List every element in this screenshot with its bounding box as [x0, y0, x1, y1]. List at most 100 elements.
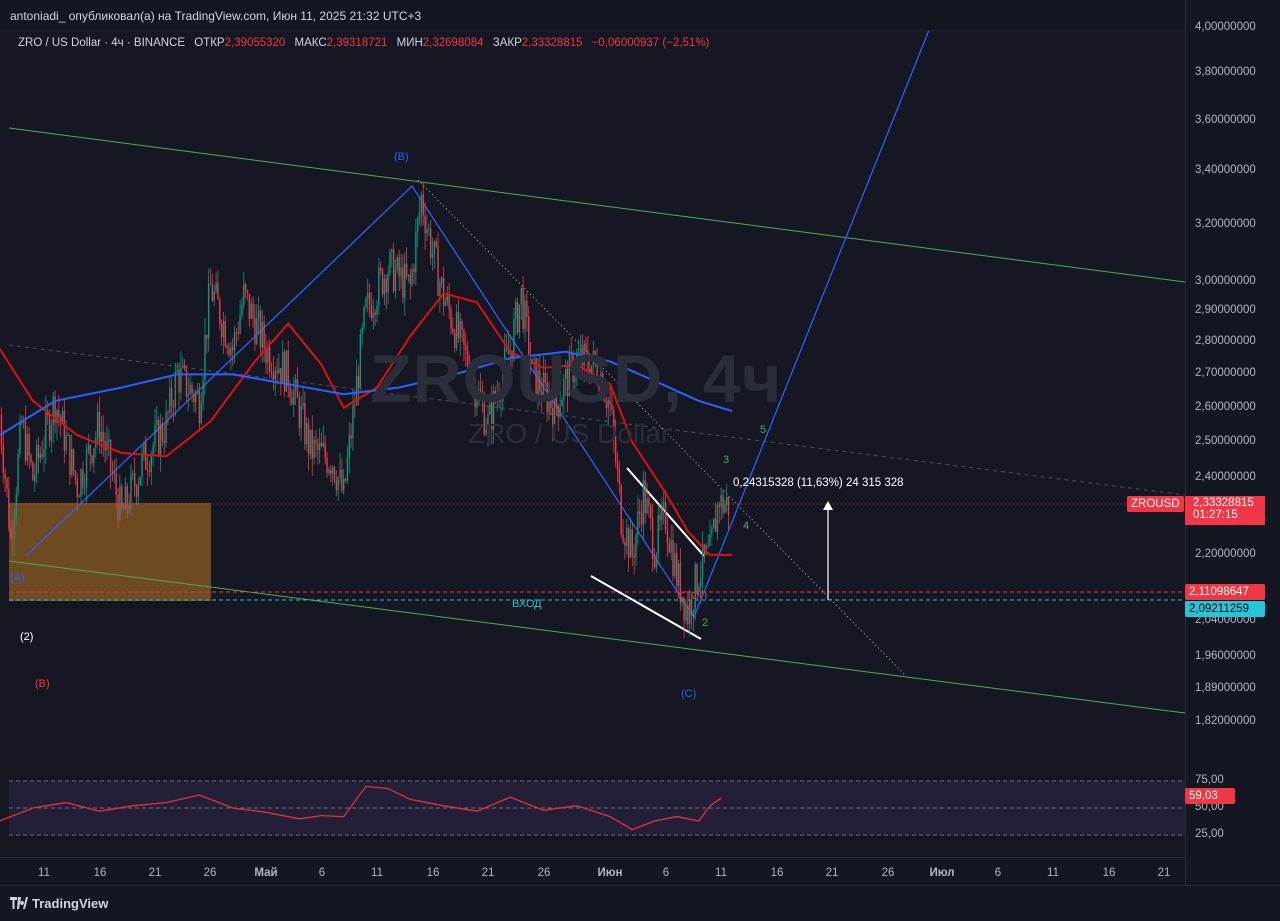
- candle-body: [707, 546, 708, 547]
- candle-body: [317, 443, 318, 450]
- candle-body: [191, 385, 192, 394]
- candle-body: [289, 387, 290, 398]
- candle-body: [1, 415, 2, 446]
- candle-body: [308, 423, 309, 454]
- candle-body: [432, 254, 433, 258]
- candle-body: [276, 370, 277, 372]
- candle-body: [633, 556, 634, 558]
- candle-body: [635, 534, 636, 558]
- candle-body: [271, 371, 272, 373]
- legend-close-value: 2,33328815: [522, 37, 583, 49]
- candle-body: [152, 446, 153, 455]
- candle-body: [12, 536, 13, 539]
- candle-body: [452, 328, 453, 332]
- candle-body: [321, 443, 322, 447]
- candle-body: [210, 284, 211, 285]
- candle-body: [365, 298, 366, 307]
- candle-body: [40, 454, 41, 459]
- publisher-bar: antoniadi_ опубликовал(а) на TradingView…: [0, 0, 1280, 31]
- candle-body: [382, 270, 383, 295]
- candle-body: [269, 347, 270, 371]
- candle-body: [717, 505, 718, 532]
- candle-body: [134, 473, 135, 486]
- candle-body: [119, 486, 120, 519]
- candle-body: [676, 553, 677, 586]
- wave-label-b-top: (B): [394, 151, 409, 163]
- symbol-tag: ZROUSD: [1127, 496, 1184, 512]
- candle-body: [410, 275, 411, 284]
- candle-body: [645, 480, 646, 513]
- time-tick-label: 6: [319, 867, 325, 879]
- candle-body: [661, 507, 662, 520]
- candle-body: [10, 529, 11, 537]
- candle-body: [173, 406, 174, 407]
- candle-body: [373, 313, 374, 318]
- candle-body: [38, 445, 39, 458]
- candle-body: [186, 366, 187, 397]
- entry-price-tag: 2,09211259: [1185, 601, 1265, 617]
- candle-body: [132, 473, 133, 474]
- candle-body: [726, 497, 727, 505]
- price-tick-label: 3,40000000: [1195, 164, 1256, 176]
- candle-body: [101, 432, 102, 442]
- candle-body: [145, 443, 146, 470]
- time-axis[interactable]: 11162126Май611162126Июн611162126Июл61116…: [0, 857, 1185, 886]
- last-price-value: 2,33328815: [1185, 496, 1265, 509]
- candle-body: [232, 347, 233, 350]
- candle-body: [315, 440, 316, 443]
- candle-body: [397, 257, 398, 270]
- candle-body: [234, 332, 235, 350]
- candle-body: [275, 370, 276, 379]
- candle-body: [64, 411, 65, 451]
- candle-body: [436, 241, 437, 246]
- candle-body: [278, 368, 279, 373]
- candle-body: [689, 600, 690, 624]
- candle-body: [162, 424, 163, 441]
- candle-body: [223, 321, 224, 337]
- candle-body: [628, 528, 629, 558]
- entry-label: ВХОД: [512, 598, 542, 610]
- candle-body: [626, 528, 627, 546]
- price-axis[interactable]: 4,000000003,800000003,600000003,40000000…: [1185, 0, 1280, 885]
- candle-body: [648, 499, 649, 507]
- candle-body: [376, 306, 377, 315]
- price-tick-label: 3,20000000: [1195, 218, 1256, 230]
- candle-body: [339, 469, 340, 477]
- candle-body: [406, 264, 407, 277]
- candle-body: [138, 485, 139, 497]
- candle-body: [238, 332, 239, 333]
- rsi-value-tag: 59,03: [1185, 788, 1235, 804]
- candle-body: [67, 435, 68, 436]
- candle-body: [637, 511, 638, 534]
- candle-body: [147, 469, 148, 470]
- candle-body: [121, 486, 122, 508]
- price-tick-label: 1,82000000: [1195, 715, 1256, 727]
- time-tick-label: 16: [94, 867, 107, 879]
- candle-body: [722, 495, 723, 513]
- candle-body: [411, 269, 412, 284]
- candle-body: [71, 449, 72, 475]
- candle-body: [728, 497, 729, 515]
- price-tick-label: 3,00000000: [1195, 275, 1256, 287]
- candle-body: [630, 529, 631, 558]
- candle-body: [177, 370, 178, 372]
- chart-area[interactable]: (B) (A) (2) (B) (C) 2 3 4 5 ВХОД СТОП 0,…: [0, 0, 1185, 885]
- candle-body: [149, 471, 150, 472]
- candle-body: [408, 275, 409, 277]
- candle-body: [25, 422, 26, 461]
- watermark-name: ZRO / US Dollar: [468, 418, 670, 450]
- candle-body: [362, 328, 363, 334]
- candle-body: [130, 474, 131, 508]
- candle-body: [417, 218, 418, 232]
- wave-label-c: (C): [681, 688, 696, 700]
- candle-body: [225, 321, 226, 346]
- candle-body: [448, 295, 449, 310]
- candle-body: [280, 368, 281, 382]
- publisher-line: antoniadi_ опубликовал(а) на TradingView…: [10, 9, 421, 23]
- candle-body: [343, 479, 344, 491]
- candle-body: [399, 257, 400, 277]
- candle-body: [215, 283, 216, 292]
- candle-body: [428, 229, 429, 230]
- legend-high-label: МАКС: [295, 37, 327, 49]
- candle-body: [78, 497, 79, 498]
